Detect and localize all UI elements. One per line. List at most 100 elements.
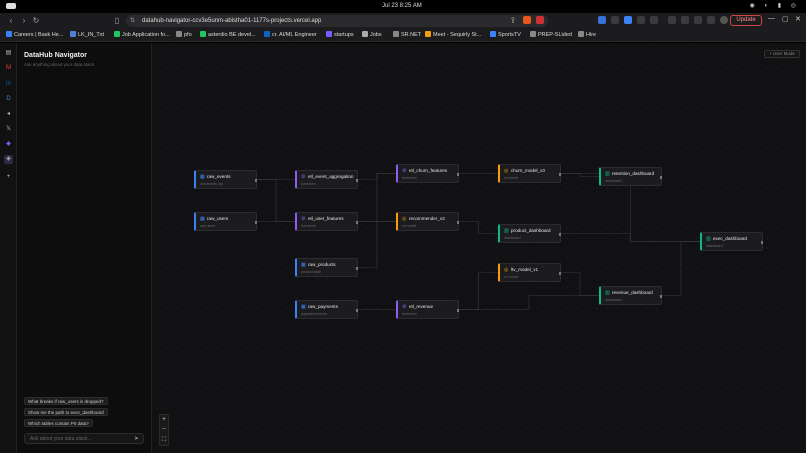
update-button[interactable]: Update: [730, 15, 762, 26]
send-icon[interactable]: ➤: [134, 435, 139, 443]
app-icon[interactable]: D: [4, 95, 13, 104]
chat-input[interactable]: Ask about your data stack... ➤: [24, 433, 144, 444]
node-output-port[interactable]: [761, 241, 763, 244]
node-output-port[interactable]: [457, 173, 459, 176]
lineage-node-raw-products[interactable]: ▦ raw_products product table: [295, 258, 358, 277]
node-output-port[interactable]: [660, 295, 662, 298]
node-output-port[interactable]: [457, 309, 459, 312]
lineage-node-raw-events[interactable]: ▦ raw_events raw events log: [194, 170, 257, 189]
node-label: recommender_v2: [409, 216, 445, 221]
minimize-icon[interactable]: —: [768, 15, 775, 22]
zoom-controls: + − ⛶: [159, 414, 169, 446]
fit-view-icon[interactable]: ⛶: [160, 435, 168, 445]
bookmark-favicon-icon: [326, 31, 332, 37]
lineage-node-raw-payments[interactable]: ▦ raw_payments payment records: [295, 300, 358, 319]
site-info-icon[interactable]: ⇅: [130, 15, 135, 27]
node-output-port[interactable]: [255, 179, 257, 182]
media-icon[interactable]: [668, 16, 676, 24]
x-icon[interactable]: 𝕏: [4, 125, 13, 134]
brave-rewards-icon[interactable]: [536, 16, 544, 24]
lineage-node-revenue-dashboard[interactable]: ▥ revenue_dashboard dashboard: [599, 286, 662, 305]
bookmark-label: Job Application fo...: [122, 32, 170, 38]
bookmark-item[interactable]: asterdio BE devel...: [200, 31, 256, 40]
lineage-node-recommender-v2[interactable]: ◎ recommender_v2 ml model: [396, 212, 459, 231]
bookmark-item[interactable]: Meet - Sequirly St...: [425, 31, 481, 40]
share-icon[interactable]: ⇪: [508, 15, 518, 26]
lineage-node-retention-dashboard[interactable]: ▥ retention_dashboard dashboard: [599, 167, 662, 186]
bookmark-icon[interactable]: ▯: [112, 15, 122, 26]
lineage-node-raw-users[interactable]: ▦ raw_users raw users: [194, 212, 257, 231]
reload-icon[interactable]: ↻: [31, 15, 41, 26]
bookmark-label: Hire: [586, 32, 597, 38]
vpn-icon[interactable]: [707, 16, 715, 24]
system-menu-icon[interactable]: [6, 3, 16, 9]
suggestion-chip[interactable]: Show me the path to exec_dashboard: [24, 408, 108, 416]
extensions-puzzle-icon[interactable]: [637, 16, 645, 24]
maximize-icon[interactable]: ▢: [782, 15, 789, 23]
node-output-port[interactable]: [255, 221, 257, 224]
node-output-port[interactable]: [559, 272, 561, 275]
extension-icon[interactable]: [598, 16, 606, 24]
node-output-port[interactable]: [356, 267, 358, 270]
chart-icon: ▥: [504, 228, 509, 234]
node-output-port[interactable]: [457, 221, 459, 224]
profile-avatar[interactable]: [720, 16, 728, 24]
node-label: etl_event_aggregation: [308, 174, 354, 179]
lineage-node-exec-dashboard[interactable]: ▥ exec_dashboard dashboard: [700, 232, 763, 251]
wallet-icon[interactable]: [694, 16, 702, 24]
suggestion-chip[interactable]: What breaks if raw_users is dropped?: [24, 397, 108, 405]
bookmark-item[interactable]: LK_IN_Txt: [70, 31, 104, 40]
linkedin-icon[interactable]: in: [4, 80, 13, 89]
suggestion-chip[interactable]: Which tables contain PII data?: [24, 419, 93, 427]
extension-icon[interactable]: [681, 16, 689, 24]
sidebar-toggle-icon[interactable]: [650, 16, 658, 24]
lineage-node-product-dashboard[interactable]: ▥ product_dashboard dashboard: [498, 224, 561, 243]
app-icon[interactable]: ◆: [4, 140, 13, 149]
brave-shield-icon[interactable]: [523, 16, 531, 24]
bookmark-label: Meet - Sequirly St...: [433, 32, 482, 38]
zoom-out-icon[interactable]: −: [160, 425, 168, 435]
speaker-icon[interactable]: ◂: [4, 110, 13, 119]
node-output-port[interactable]: [356, 221, 358, 224]
back-icon[interactable]: ‹: [6, 15, 16, 26]
node-output-port[interactable]: [356, 179, 358, 182]
lineage-node-etl-user-features[interactable]: ⚙ etl_user_features transform: [295, 212, 358, 231]
bookmark-item[interactable]: cr. AI/ML Engineer: [264, 31, 317, 40]
gmail-icon[interactable]: M: [4, 64, 13, 73]
bookmark-item[interactable]: Hire: [578, 31, 596, 40]
bookmark-item[interactable]: pfo: [176, 31, 192, 40]
forward-icon[interactable]: ›: [19, 15, 29, 26]
app-icon[interactable]: ◈: [4, 155, 13, 164]
user-mode-button[interactable]: + User Mode: [764, 50, 800, 58]
bookmark-item[interactable]: Jobs: [362, 31, 382, 40]
add-icon[interactable]: +: [4, 173, 13, 182]
node-output-port[interactable]: [559, 173, 561, 176]
extension-icon[interactable]: [624, 16, 632, 24]
node-output-port[interactable]: [660, 176, 662, 179]
lineage-node-ltv-model-v1[interactable]: ◎ ltv_model_v1 ml model: [498, 263, 561, 282]
bookmark-item[interactable]: PREP-SLided: [530, 31, 572, 40]
bookmark-item[interactable]: startups: [326, 31, 354, 40]
bookmark-item[interactable]: Careers | Bask He...: [6, 31, 63, 40]
node-label: raw_payments: [308, 304, 338, 309]
node-output-port[interactable]: [356, 309, 358, 312]
node-meta: ml model: [402, 224, 417, 228]
bookmark-item[interactable]: SportsTV: [490, 31, 521, 40]
node-output-port[interactable]: [559, 233, 561, 236]
bookmark-favicon-icon: [176, 31, 182, 37]
extension-icon[interactable]: [611, 16, 619, 24]
lineage-node-etl-churn-features[interactable]: ⚙ etl_churn_features transform: [396, 164, 459, 183]
sidebar-panel-icon[interactable]: ▤: [4, 49, 13, 58]
zoom-in-icon[interactable]: +: [160, 415, 168, 425]
bookmark-item[interactable]: Job Application fo...: [114, 31, 170, 40]
lineage-node-etl-event-aggregation[interactable]: ⚙ etl_event_aggregation transform: [295, 170, 358, 189]
lineage-node-churn-model-v3[interactable]: ◎ churn_model_v3 ml model: [498, 164, 561, 183]
model-icon: ◎: [504, 168, 509, 174]
bookmark-favicon-icon: [264, 31, 270, 37]
lineage-node-etl-revenue[interactable]: ⚙ etl_revenue transform: [396, 300, 459, 319]
bookmark-item[interactable]: SR.NET: [393, 31, 421, 40]
close-icon[interactable]: ✕: [795, 15, 801, 23]
table-icon: ▦: [200, 216, 205, 222]
address-bar[interactable]: ⇅ datahub-navigator-ccv3e5unm-abistha01-…: [126, 15, 548, 27]
panel-subtitle: Ask anything about your data stack: [24, 62, 95, 67]
